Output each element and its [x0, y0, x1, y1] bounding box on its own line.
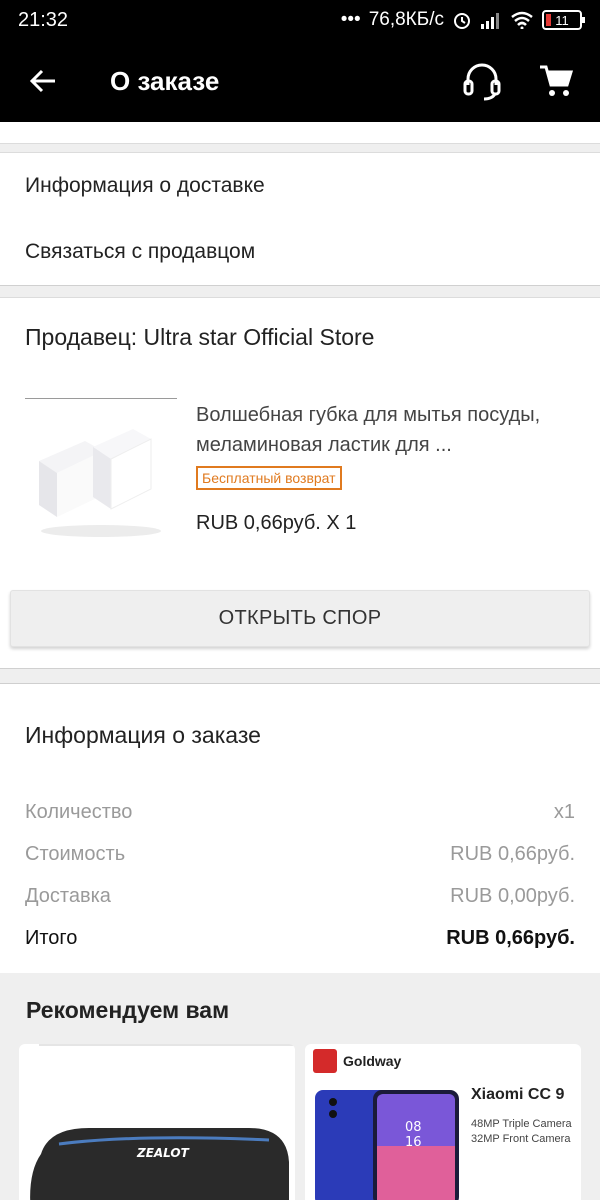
dots-icon: ••• [340, 9, 361, 30]
product-name[interactable]: Волшебная губка для мытья посуды, мелами… [196, 400, 576, 460]
page-title: О заказе [110, 65, 220, 96]
delivery-info-link[interactable]: Информация о доставке [0, 153, 600, 219]
network-speed: 76,8КБ/с [368, 9, 444, 30]
seller-card: Продавец: Ultra star Official Store Волш… [0, 297, 600, 669]
row-label: Итого [25, 927, 78, 949]
open-dispute-button[interactable]: ОТКРЫТЬ СПОР [10, 590, 590, 647]
row-value: x1 [553, 801, 575, 823]
recommendation-card[interactable]: Goldway 08 16 Xiaomi CC 9 48MP Triple Ca… [305, 1044, 581, 1200]
headset-icon [463, 63, 501, 101]
row-value: RUB 0,00руб. [450, 885, 575, 907]
row-label: Стоимость [25, 843, 126, 865]
contact-seller-link[interactable]: Связаться с продавцом [0, 219, 600, 285]
status-time: 21:32 [18, 8, 69, 31]
product-price: RUB 0,66руб. X 1 [196, 512, 357, 534]
store-label: Goldway [313, 1049, 401, 1073]
back-button[interactable] [0, 40, 86, 122]
order-info-card: Информация о заказе Количество x1 Стоимо… [0, 683, 600, 973]
phone-screen-date: 16 [405, 1135, 422, 1150]
recommendations-title: Рекомендуем вам [26, 997, 230, 1023]
order-links: Информация о доставке Связаться с продав… [0, 152, 600, 286]
free-return-badge: Бесплатный возврат [196, 466, 342, 490]
phone-screen-time: 08 [405, 1120, 422, 1135]
wifi-icon [511, 11, 533, 29]
row-value: RUB 0,66руб. [446, 927, 575, 949]
status-icons: ••• 76,8КБ/с 11 [340, 9, 585, 31]
signal-icon [481, 13, 499, 29]
alarm-icon [454, 13, 470, 29]
store-name: Goldway [343, 1053, 402, 1069]
battery-icon: 11 [542, 10, 585, 30]
order-row-total: Итого RUB 0,66руб. [25, 927, 575, 950]
order-info-title: Информация о заказе [25, 722, 261, 748]
top-strip [0, 122, 600, 144]
battery-level: 11 [555, 12, 569, 28]
row-label: Доставка [25, 885, 111, 907]
product-spec: 32MP Front Camera [471, 1133, 571, 1145]
store-logo-icon [313, 1049, 337, 1073]
row-label: Количество [25, 801, 133, 823]
back-arrow-icon [29, 69, 55, 93]
product-name: Xiaomi CC 9 [471, 1086, 565, 1103]
support-button[interactable] [460, 59, 504, 103]
row-value: RUB 0,66руб. [450, 843, 575, 865]
cart-icon [540, 65, 574, 96]
cart-button[interactable] [534, 59, 578, 103]
phone-image: 08 16 [315, 1090, 459, 1200]
product-spec: 48MP Triple Camera [471, 1118, 572, 1130]
product-image[interactable] [25, 398, 177, 548]
status-bar: 21:32 ••• 76,8КБ/с 11 [0, 0, 600, 40]
brand-logo: ZEALOT [136, 1146, 190, 1160]
sponge-image [39, 429, 161, 537]
speaker-image: ZEALOT [30, 1044, 295, 1200]
seller-name[interactable]: Продавец: Ultra star Official Store [25, 324, 374, 351]
app-bar: О заказе [0, 40, 600, 122]
order-row-quantity: Количество x1 [25, 801, 575, 824]
recommendation-card[interactable]: ZEALOT [19, 1044, 295, 1200]
order-row-shipping: Доставка RUB 0,00руб. [25, 885, 575, 908]
order-row-cost: Стоимость RUB 0,66руб. [25, 843, 575, 866]
